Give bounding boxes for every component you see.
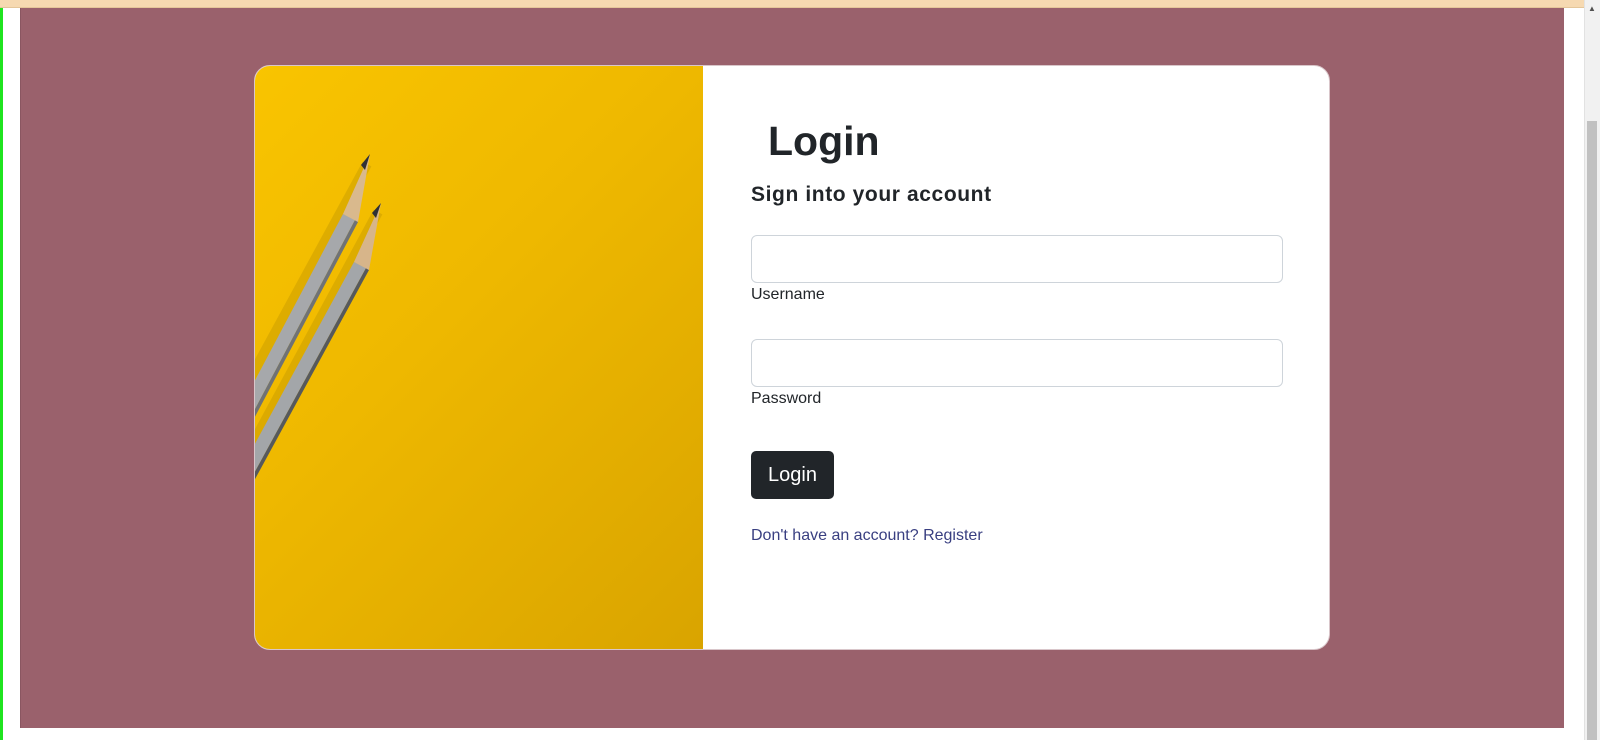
username-input[interactable]	[751, 235, 1283, 283]
top-banner-strip	[0, 0, 1584, 8]
vertical-scrollbar[interactable]: ▲	[1584, 0, 1600, 740]
login-form: Login Sign into your account Username Pa…	[703, 66, 1329, 649]
password-input[interactable]	[751, 339, 1283, 387]
password-label: Password	[751, 390, 822, 407]
username-label: Username	[751, 286, 825, 303]
form-subtitle: Sign into your account	[751, 183, 992, 206]
scrollbar-thumb[interactable]	[1587, 121, 1597, 740]
pencils-image	[255, 66, 703, 649]
login-card: Login Sign into your account Username Pa…	[254, 65, 1330, 650]
register-link[interactable]: Don't have an account? Register	[751, 527, 983, 545]
page-title: Login	[768, 118, 880, 164]
window-edge	[0, 0, 3, 740]
pencils-illustration	[255, 154, 383, 480]
login-button[interactable]: Login	[751, 451, 834, 499]
scroll-up-arrow-icon[interactable]: ▲	[1584, 0, 1600, 16]
